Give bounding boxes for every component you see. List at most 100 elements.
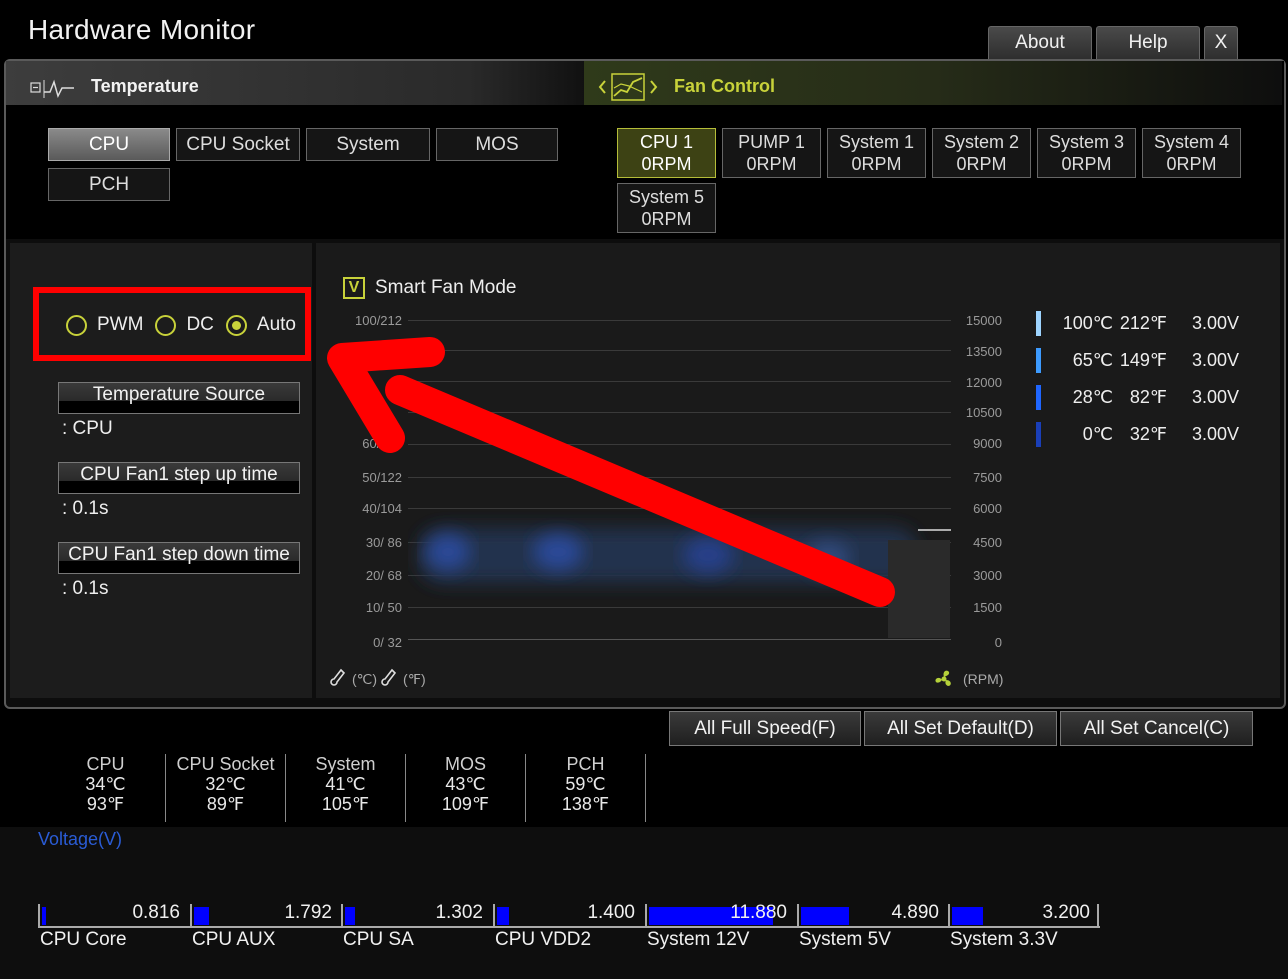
temp-source-system[interactable]: System [306, 128, 430, 161]
thermometer-icon [381, 668, 397, 686]
temp-source-pch[interactable]: PCH [48, 168, 170, 201]
fan-icon [935, 670, 951, 686]
reading-celsius: 43℃ [445, 774, 486, 794]
reading-cpu: CPU 34℃ 93℉ [46, 754, 166, 822]
reading-name: MOS [444, 754, 486, 774]
y-tick-right: 3000 [973, 568, 1002, 583]
temp-source-mos[interactable]: MOS [436, 128, 558, 161]
celsius-unit: (℃) [352, 670, 378, 687]
voltage-item-system-3v3: 3.200 System 3.3V [948, 902, 1100, 954]
reading-fahrenheit: 138℉ [561, 794, 610, 814]
voltage-item-system-5v: 4.890 System 5V [797, 902, 949, 954]
y-tick-left: 0/ 32 [373, 635, 402, 650]
fan-name: System 1 [838, 132, 915, 152]
smart-fan-mode-toggle[interactable]: V Smart Fan Mode [343, 277, 517, 299]
fahrenheit-unit: (℉) [403, 670, 426, 687]
fan-rpm: 0RPM [1061, 154, 1112, 174]
legend-row: 100℃ 212℉ 3.00V [1036, 311, 1239, 336]
fan-button-system4[interactable]: System 4 0RPM [1142, 128, 1241, 178]
step-up-time-value: : 0.1s [62, 498, 109, 519]
reading-name: CPU [86, 754, 125, 774]
smart-fan-checkbox[interactable]: V [343, 277, 365, 299]
voltage-bar-end [1097, 904, 1099, 928]
y-tick-right: 1500 [973, 600, 1002, 615]
voltage-value: 11.880 [730, 902, 787, 923]
fan-name: PUMP 1 [738, 132, 805, 152]
legend-row: 65℃ 149℉ 3.00V [1036, 348, 1239, 373]
temperature-source-value: : CPU [62, 418, 113, 439]
fan-button-system2[interactable]: System 2 0RPM [932, 128, 1031, 178]
voltage-item-cpu-aux: 1.792 CPU AUX [190, 902, 342, 954]
voltage-value: 3.200 [1042, 902, 1090, 923]
about-button[interactable]: About [988, 26, 1092, 59]
temp-source-cpu-socket[interactable]: CPU Socket [176, 128, 300, 161]
voltage-value: 4.890 [891, 902, 939, 923]
voltage-item-system-12v: 11.880 System 12V [645, 902, 797, 954]
y-tick-right: 7500 [973, 470, 1002, 485]
all-set-cancel-button[interactable]: All Set Cancel(C) [1060, 711, 1253, 746]
voltage-bar-fill [194, 907, 209, 925]
voltage-value: 0.816 [132, 902, 180, 923]
legend-row: 28℃ 82℉ 3.00V [1036, 385, 1239, 410]
step-up-time-button[interactable]: CPU Fan1 step up time [58, 462, 300, 494]
temperature-source-button[interactable]: Temperature Source [58, 382, 300, 414]
y-tick-right: 13500 [965, 344, 1002, 359]
rpm-unit: (RPM) [933, 668, 1003, 690]
fan-button-system3[interactable]: System 3 0RPM [1037, 128, 1136, 178]
reading-pch: PCH 59℃ 138℉ [526, 754, 646, 822]
temp-source-cpu[interactable]: CPU [48, 128, 170, 161]
voltage-name: System 3.3V [950, 929, 1058, 950]
step-down-time-value: : 0.1s [62, 578, 109, 599]
grid-line [408, 320, 951, 321]
voltage-value: 1.302 [435, 902, 483, 923]
fan-control-label: Fan Control [674, 76, 775, 96]
legend-swatch [1036, 385, 1041, 410]
legend-swatch [1036, 348, 1041, 373]
temperature-graph-icon [30, 79, 74, 99]
reading-cpu-socket: CPU Socket 32℃ 89℉ [166, 754, 286, 822]
voltage-bar-fill [345, 907, 355, 925]
reading-system: System 41℃ 105℉ [286, 754, 406, 822]
reading-fahrenheit: 93℉ [86, 794, 125, 814]
fan-button-system1[interactable]: System 1 0RPM [827, 128, 926, 178]
voltage-value: 1.400 [587, 902, 635, 923]
fan-rpm: 0RPM [851, 154, 902, 174]
reading-fahrenheit: 109℉ [441, 794, 490, 814]
voltage-name: CPU SA [343, 929, 414, 950]
all-set-default-button[interactable]: All Set Default(D) [864, 711, 1057, 746]
voltage-item-cpu-sa: 1.302 CPU SA [341, 902, 493, 954]
voltage-name: CPU VDD2 [495, 929, 592, 950]
reading-fahrenheit: 105℉ [321, 794, 370, 814]
all-full-speed-button[interactable]: All Full Speed(F) [669, 711, 861, 746]
fan-button-system5[interactable]: System 5 0RPM [617, 183, 716, 233]
smart-fan-label: Smart Fan Mode [375, 277, 517, 298]
voltage-name: System 5V [799, 929, 891, 950]
voltage-name: CPU Core [40, 929, 127, 950]
help-button[interactable]: Help [1096, 26, 1200, 59]
fan-curve-icon[interactable] [597, 72, 661, 102]
legend-celsius: 0℃ [1082, 424, 1113, 444]
window-title: Hardware Monitor [28, 14, 256, 45]
fan-name: System 5 [628, 187, 705, 207]
legend-swatch [1036, 311, 1041, 336]
legend-row: 0℃ 32℉ 3.00V [1036, 422, 1239, 447]
y-tick-right: 0 [994, 635, 1002, 650]
step-down-time-button[interactable]: CPU Fan1 step down time [58, 542, 300, 574]
fan-name: System 2 [943, 132, 1020, 152]
voltage-bar-fill [42, 907, 46, 925]
legend-voltage: 3.00V [1191, 387, 1239, 407]
close-button[interactable]: X [1204, 26, 1238, 59]
annotation-highlight-box [33, 287, 311, 361]
fan-rpm: 0RPM [956, 154, 1007, 174]
fan-rpm: 0RPM [746, 154, 797, 174]
voltage-bar-fill [801, 907, 849, 925]
reading-celsius: 34℃ [85, 774, 126, 794]
voltage-item-cpu-core: 0.816 CPU Core [38, 902, 190, 954]
y-tick-left: 100/212 [355, 313, 402, 328]
reading-name: System [315, 754, 376, 774]
fan-button-pump1[interactable]: PUMP 1 0RPM [722, 128, 821, 178]
voltage-item-cpu-vdd2: 1.400 CPU VDD2 [493, 902, 645, 954]
reading-name: PCH [566, 754, 605, 774]
fan-button-cpu1[interactable]: CPU 1 0RPM [617, 128, 716, 178]
reading-celsius: 32℃ [205, 774, 246, 794]
